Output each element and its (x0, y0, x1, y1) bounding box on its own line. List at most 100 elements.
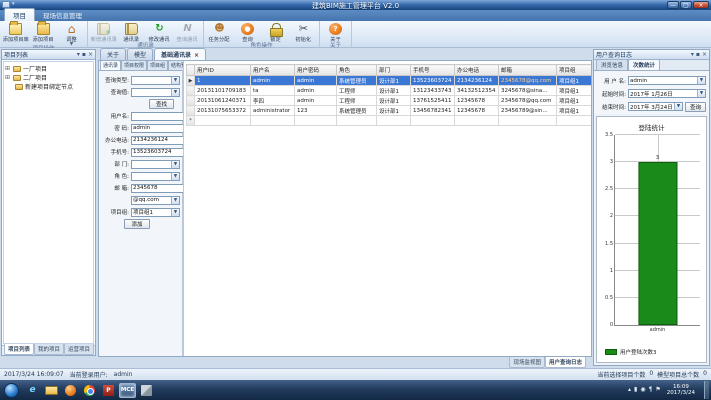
tab-about[interactable]: 关于 (100, 48, 126, 60)
tab-count-stats[interactable]: 次数统计 (628, 59, 660, 70)
assign-task-button[interactable]: ☻ 任务分配 (206, 22, 233, 43)
column-header[interactable]: 部门 (377, 65, 411, 76)
column-header[interactable]: 手机号 (411, 65, 455, 76)
mce-app-button[interactable]: MCE (119, 383, 136, 398)
tab-project-list[interactable]: 项目列表 (4, 344, 34, 355)
tab-operating-projects[interactable]: 运营项目 (64, 344, 94, 355)
row-selector[interactable]: ▶ (187, 76, 195, 86)
tree-item-plant2[interactable]: ⊞ 二厂项目 (5, 73, 92, 82)
end-time-select[interactable]: 2017年 3月24日 ▼ (628, 102, 683, 111)
row-selector-header[interactable] (187, 65, 195, 76)
table-row[interactable]: 20131061240371李四admin工程师设计部1137615254111… (187, 96, 592, 106)
end-time-label: 结束时间: (595, 103, 628, 111)
tab-my-projects[interactable]: 我的项目 (34, 344, 64, 355)
add-button[interactable]: 添加 (124, 219, 149, 229)
table-cell (195, 116, 251, 126)
pdf-icon[interactable]: P (100, 383, 117, 398)
email-domain-select[interactable]: @qq.com ▼ (131, 196, 180, 205)
column-header[interactable]: 项目组 (557, 65, 592, 76)
row-selector[interactable]: * (187, 116, 195, 126)
tab-contacts[interactable]: 基础通讯录× (154, 48, 206, 60)
start-time-select[interactable]: 2017年 1月26日 ▼ (628, 89, 706, 98)
row-selector[interactable] (187, 86, 195, 96)
pin-icon[interactable]: ▪ (696, 51, 700, 59)
tray-icon[interactable]: ⚑ (655, 385, 660, 395)
department-select[interactable]: ▼ (131, 160, 180, 169)
row-selector[interactable] (187, 96, 195, 106)
column-header[interactable]: 用户ID (195, 65, 251, 76)
initialize-button[interactable]: ✂ 初始化 (290, 22, 317, 43)
close-icon[interactable]: × (194, 52, 199, 59)
media-player-icon[interactable] (62, 383, 79, 398)
clock[interactable]: 16:09 2017/3/24 (667, 384, 695, 396)
search-button[interactable]: 查找 (149, 99, 174, 109)
new-contact-button[interactable]: + 新增通讯录 (90, 22, 117, 43)
log-query-button[interactable]: 查询 (685, 102, 706, 112)
close-button[interactable]: × (693, 1, 709, 9)
chevron-down-icon[interactable]: ▾ (77, 51, 80, 59)
subtab-contacts[interactable]: 通讯录 (100, 60, 121, 70)
expand-icon[interactable]: ⊞ (5, 74, 11, 81)
column-header[interactable]: 用户密码 (295, 65, 337, 76)
subtab-group[interactable]: 项目组 (147, 60, 168, 70)
close-icon[interactable]: × (702, 51, 707, 59)
tray-icon[interactable]: ¶ (649, 385, 653, 395)
maximize-button[interactable]: ▢ (680, 1, 692, 9)
role-select[interactable]: ▼ (131, 172, 180, 181)
brush-icon[interactable] (138, 383, 155, 398)
show-desktop-button[interactable] (704, 381, 709, 399)
add-project-lib-button[interactable]: 添加项目库 (2, 22, 29, 43)
table-row[interactable]: * (187, 116, 592, 126)
expand-icon[interactable]: ⊞ (5, 65, 11, 72)
subtab-permissions[interactable]: 项目权限 (121, 60, 147, 70)
column-header[interactable]: 角色 (337, 65, 377, 76)
chevron-down-icon[interactable]: ▾ (691, 51, 694, 59)
about-button[interactable]: ? 关于 (322, 22, 349, 43)
status-bar: 2017/3/24 16:09:07 当前登录用户: admin 当前选择项目个… (0, 368, 711, 380)
tree-item-label: 二厂项目 (23, 73, 47, 82)
query-contact-button[interactable]: N 查询通讯 (174, 22, 201, 43)
tab-model[interactable]: 模型 (127, 48, 153, 60)
folder-icon (37, 23, 50, 35)
tab-site-monitor-view[interactable]: 现场监视图 (509, 357, 545, 368)
tab-user-query-log[interactable]: 用户查询日志 (545, 357, 586, 368)
system-tray: ▴ ▮ ◉ ¶ ⚑ 16:09 2017/3/24 (628, 381, 709, 399)
adjust-button[interactable]: ⌂ 调整 ▼ (58, 22, 85, 46)
column-header[interactable]: 办公电话 (455, 65, 499, 76)
project-group-select[interactable]: 项目组1 ▼ (131, 208, 180, 217)
query-value-select[interactable]: ▼ (131, 88, 180, 97)
row-selector[interactable] (187, 106, 195, 116)
column-header[interactable]: 邮箱 (499, 65, 557, 76)
column-header[interactable]: 用户名 (251, 65, 295, 76)
minimize-button[interactable]: — (667, 1, 679, 9)
ribbon-tab-site-info[interactable]: 现场信息管理 (35, 9, 90, 21)
table-row[interactable]: ▶1adminadmin系统管理员设计部11352360372421342361… (187, 76, 592, 86)
role-label: 角 色: (100, 172, 131, 180)
edit-contact-button[interactable]: ↻ 修改通讯 (146, 22, 173, 43)
contacts-button[interactable]: 通讯录 (118, 22, 145, 43)
chart-legend: 用户登陆次数3 (605, 348, 657, 356)
close-icon[interactable]: × (88, 51, 93, 59)
query-type-select[interactable]: ▼ (131, 76, 180, 85)
panel-header: 项目列表 ▾ ▪ × (2, 50, 95, 60)
table-row[interactable]: 20131075653372administrator123系统管理员设计部11… (187, 106, 592, 116)
pin-icon[interactable]: ▪ (82, 51, 86, 59)
panel-title: 项目列表 (4, 50, 75, 59)
tray-icon[interactable]: ▮ (634, 385, 637, 395)
tree-item-new-node[interactable]: 新建项目绑定节点 (5, 82, 92, 91)
tab-browse-info[interactable]: 浏览信息 (596, 59, 628, 70)
table-row[interactable]: 20131101709183taadmin工程师设计部1131234337433… (187, 86, 592, 96)
ribbon-tab-project[interactable]: 项目 (4, 8, 35, 21)
table-cell: 系统管理员 (337, 76, 377, 86)
add-project-button[interactable]: 添加项目 (30, 22, 57, 43)
ie-icon[interactable]: e (24, 383, 41, 398)
lock-button[interactable]: 锁定 (262, 22, 289, 43)
log-user-select[interactable]: admin ▼ (628, 76, 706, 85)
chrome-icon[interactable] (81, 383, 98, 398)
query-button[interactable]: ● 查询 (234, 22, 261, 43)
explorer-icon[interactable] (43, 383, 60, 398)
tray-expand-icon[interactable]: ▴ (628, 385, 631, 395)
start-button[interactable] (4, 383, 19, 398)
tree-item-plant1[interactable]: ⊞ 一厂项目 (5, 64, 92, 73)
tray-icon[interactable]: ◉ (640, 385, 645, 395)
